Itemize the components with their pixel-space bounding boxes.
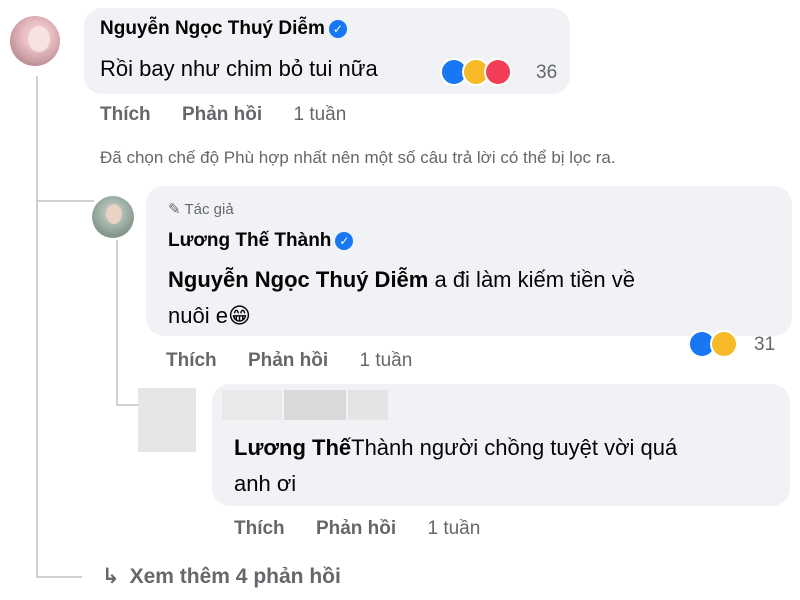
reply-text: a đi làm kiếm tiền về (428, 267, 635, 292)
thread-line-branch-1 (36, 200, 94, 202)
blurred-author-name (284, 390, 346, 420)
thread-line-branch-more (36, 576, 82, 578)
reply-arrow-icon: ↳ (102, 565, 120, 588)
timestamp[interactable]: 1 tuần (359, 350, 412, 371)
blurred-author-name (222, 390, 282, 420)
reply-text-line2: nuôi e (168, 303, 228, 328)
reactions-summary[interactable]: 36 (440, 58, 580, 90)
filter-notice: Đã chọn chế độ Phù hợp nhất nên một số c… (100, 148, 616, 167)
haha-icon (710, 330, 738, 358)
like-button[interactable]: Thích (100, 104, 151, 125)
love-icon (484, 58, 512, 86)
reply-author-name[interactable]: Lương Thế Thành (168, 230, 331, 251)
reaction-count: 31 (754, 334, 776, 355)
view-more-replies-link[interactable]: ↳ Xem thêm 4 phản hồi (102, 564, 341, 589)
reply-bubble: Lương ThếThành người chồng tuyệt vời quá… (212, 384, 790, 506)
thread-line-main (36, 76, 38, 578)
reactions-summary[interactable]: 31 (688, 330, 798, 362)
reaction-count: 36 (536, 62, 558, 83)
like-button[interactable]: Thích (234, 518, 285, 539)
reply-button[interactable]: Phản hồi (316, 518, 396, 539)
thread-line-sub (116, 240, 118, 406)
reply-text: Thành người chồng tuyệt vời quá (351, 435, 678, 460)
grin-emoji-icon: 😁 (227, 303, 251, 328)
reply-text-line2: anh ơi (234, 471, 297, 496)
like-button[interactable]: Thích (166, 350, 217, 371)
view-more-replies-label: Xem thêm 4 phản hồi (129, 565, 341, 588)
verified-badge-icon: ✓ (328, 19, 347, 38)
reply-button[interactable]: Phản hồi (182, 104, 262, 125)
comment-actions: Thích Phản hồi 1 tuần (100, 104, 372, 126)
comment-author-name[interactable]: Nguyễn Ngọc Thuý Diễm (100, 18, 325, 39)
mention-link[interactable]: Lương Thế (234, 435, 351, 460)
avatar[interactable] (138, 388, 196, 452)
blurred-author-name (348, 390, 388, 420)
avatar[interactable] (10, 16, 60, 66)
reply-bubble: ✎ Tác giả Lương Thế Thành ✓ Nguyễn Ngọc T… (146, 186, 792, 336)
timestamp[interactable]: 1 tuần (427, 518, 480, 539)
avatar[interactable] (92, 196, 134, 238)
reply-actions: Thích Phản hồi 1 tuần (234, 518, 506, 540)
verified-badge-icon: ✓ (335, 231, 354, 250)
reply-actions: Thích Phản hồi 1 tuần (166, 350, 438, 372)
author-badge: ✎ Tác giả (168, 200, 234, 218)
timestamp[interactable]: 1 tuần (293, 104, 346, 125)
pencil-icon: ✎ (168, 201, 181, 218)
mention-link[interactable]: Nguyễn Ngọc Thuý Diễm (168, 267, 428, 292)
comment-text: Rồi bay như chim bỏ tui nữa (100, 56, 378, 81)
reply-button[interactable]: Phản hồi (248, 350, 328, 371)
author-badge-label: Tác giả (184, 201, 234, 218)
